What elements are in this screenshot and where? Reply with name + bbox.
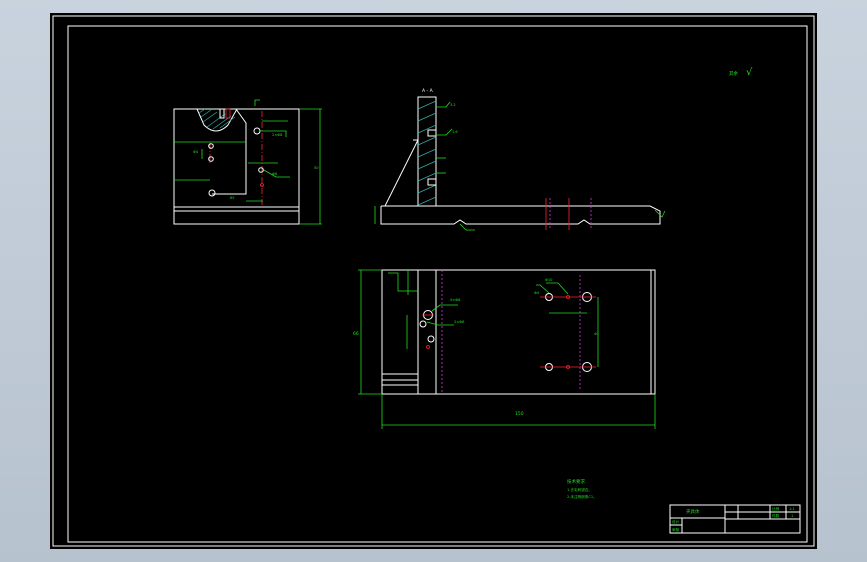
sheet-inner-border (67, 25, 808, 543)
front-view: 50 2×Φ8 Φ6 65 Φ4 (173, 99, 322, 225)
side-view: A - A 3.2 1.6 (374, 88, 666, 231)
plan-view: 150 66 4×Φ8 2×Φ8 Φ10 Φ4 40 (353, 269, 656, 429)
sheet-outer-border (52, 15, 815, 547)
title-cell-scale-value: 1:1 (789, 507, 795, 511)
cad-viewport[interactable]: 其余 √ 50 2×Φ8 Φ6 65 Φ4 A - A 3.2 1.6 150 … (50, 13, 817, 549)
title-cell-review: 审核 (672, 527, 680, 532)
front-dim-small: Φ4 (193, 150, 199, 154)
plan-dim-small: Φ4 (534, 291, 540, 295)
drawing-canvas: 其余 √ 50 2×Φ8 Φ6 65 Φ4 A - A 3.2 1.6 150 … (52, 15, 815, 547)
roughness-symbol: √ (746, 67, 753, 78)
side-upright (417, 96, 437, 207)
plan-dim-width: 150 (515, 411, 524, 417)
front-hole-label-2: Φ6 (272, 172, 278, 176)
front-dim-width: 65 (230, 196, 235, 200)
title-name: 夹具体 (686, 508, 700, 515)
front-hole-label-1: 2×Φ8 (272, 133, 283, 137)
plan-hole-label-1: 4×Φ8 (450, 298, 461, 302)
tech-line-2: 2.未注明倒角C1。 (567, 494, 597, 499)
side-dim-1: 3.2 (450, 103, 456, 107)
title-cell-designer: 设计 (672, 519, 680, 524)
plan-hole-label-2: 2×Φ8 (454, 320, 465, 324)
side-dim-2: 1.6 (452, 130, 458, 134)
title-cell-scale: 比例 (772, 506, 780, 511)
plan-hole-label-3: Φ10 (545, 278, 553, 282)
plan-dim-spacing: 40 (594, 332, 599, 336)
section-label: A - A (422, 88, 434, 94)
title-cell-qty-value: 1 (791, 514, 793, 518)
plan-outline (381, 269, 656, 395)
title-block: 夹具体 设计 审核 比例 1:1 件数 1 (669, 504, 801, 534)
tech-notes: 技术要求 1.去毛刺锐边。 2.未注明倒角C1。 (567, 478, 597, 499)
title-cell-qty: 件数 (772, 513, 780, 518)
tech-title: 技术要求 (567, 478, 585, 485)
side-section-hatch (417, 100, 437, 206)
roughness-note: 其余 (729, 70, 738, 77)
front-dim-height: 50 (314, 166, 319, 170)
plan-dim-height: 66 (353, 331, 359, 337)
tech-line-1: 1.去毛刺锐边。 (567, 487, 592, 492)
